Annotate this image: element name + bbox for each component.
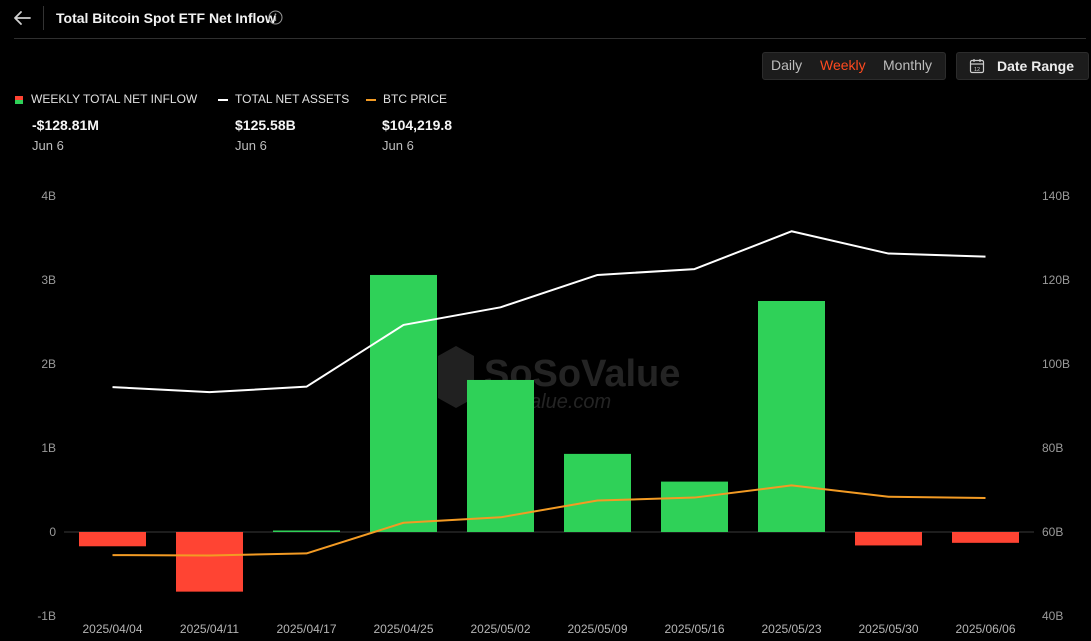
y-right-tick-label: 40B: [1042, 609, 1063, 623]
date-range-label: Date Range: [997, 58, 1075, 74]
x-tick-label: 2025/04/25: [373, 622, 433, 636]
legend-label-net-assets: TOTAL NET ASSETS: [235, 92, 350, 106]
page-title: Total Bitcoin Spot ETF Net Inflow: [56, 10, 276, 26]
y-left-tick-label: 0: [49, 525, 56, 539]
legend-label-btc-price: BTC PRICE: [383, 92, 448, 106]
inflow-swatch-icon: [15, 95, 23, 104]
inflow-bar: [370, 274, 437, 532]
inflow-chart: -1B 0 1B 2B 3B 4B 40B 60B 80B 100B 120B 140B 2025/04…: [37, 189, 1070, 636]
svg-text:12: 12: [974, 67, 980, 73]
x-tick-label: 2025/04/04: [82, 622, 142, 636]
period-toggle: Daily Weekly Monthly: [762, 52, 946, 80]
btc-price-swatch-icon: [366, 98, 376, 101]
x-tick-label: 2025/05/23: [761, 622, 821, 636]
period-daily-button[interactable]: Daily: [771, 57, 802, 73]
y-left-tick-label: 3B: [41, 273, 56, 287]
y-right-tick-label: 60B: [1042, 525, 1063, 539]
header-divider: [43, 6, 44, 30]
period-monthly-button[interactable]: Monthly: [883, 57, 932, 73]
info-icon[interactable]: [268, 10, 283, 25]
net-assets-swatch-icon: [218, 98, 228, 101]
legend-label-inflow: WEEKLY TOTAL NET INFLOW: [31, 92, 198, 106]
watermark-subtext: alue.com: [530, 391, 611, 413]
inflow-value: -$128.81M: [32, 117, 99, 133]
net-assets-date: Jun 6: [235, 138, 267, 153]
x-tick-label: 2025/05/09: [567, 622, 627, 636]
x-tick-label: 2025/05/02: [470, 622, 530, 636]
inflow-date: Jun 6: [32, 138, 64, 153]
y-right-tick-label: 140B: [1042, 189, 1070, 203]
btc-price-date: Jun 6: [382, 138, 414, 153]
legend-item-btc-price[interactable]: BTC PRICE: [366, 92, 447, 106]
btc-price-value: $104,219.8: [382, 117, 453, 133]
inflow-bar: [952, 532, 1019, 543]
inflow-bar: [79, 532, 146, 547]
y-right-tick-label: 80B: [1042, 441, 1063, 455]
y-left-tick-label: 1B: [41, 441, 56, 455]
date-range-button[interactable]: 12 Date Range: [956, 52, 1089, 80]
inflow-bar: [661, 481, 728, 532]
inflow-bar: [855, 532, 922, 546]
y-left-tick-label: -1B: [37, 609, 56, 623]
period-weekly-button[interactable]: Weekly: [820, 57, 866, 73]
y-left-tick-label: 4B: [41, 189, 56, 203]
net-assets-value: $125.58B: [235, 117, 296, 133]
calendar-icon: 12: [969, 59, 985, 74]
x-tick-label: 2025/04/11: [180, 622, 239, 636]
inflow-bar: [564, 453, 631, 532]
x-tick-label: 2025/04/17: [276, 622, 336, 636]
x-tick-label: 2025/05/30: [858, 622, 918, 636]
legend-item-inflow[interactable]: WEEKLY TOTAL NET INFLOW: [14, 92, 197, 106]
y-right-tick-label: 120B: [1042, 273, 1070, 287]
btc-price-line: [112, 484, 986, 557]
inflow-bar: [273, 530, 340, 532]
x-tick-label: 2025/05/16: [664, 622, 724, 636]
inflow-bar: [758, 301, 825, 532]
back-arrow-icon[interactable]: [8, 4, 36, 32]
header-underline: [14, 38, 1086, 39]
header-bar: Total Bitcoin Spot ETF Net Inflow: [0, 0, 1091, 38]
y-left-tick-label: 2B: [41, 357, 56, 371]
inflow-bar: [467, 379, 534, 532]
legend-item-net-assets[interactable]: TOTAL NET ASSETS: [218, 92, 349, 106]
y-right-tick-label: 100B: [1042, 357, 1070, 371]
x-tick-label: 2025/06/06: [955, 622, 1015, 636]
inflow-bar: [176, 532, 243, 592]
